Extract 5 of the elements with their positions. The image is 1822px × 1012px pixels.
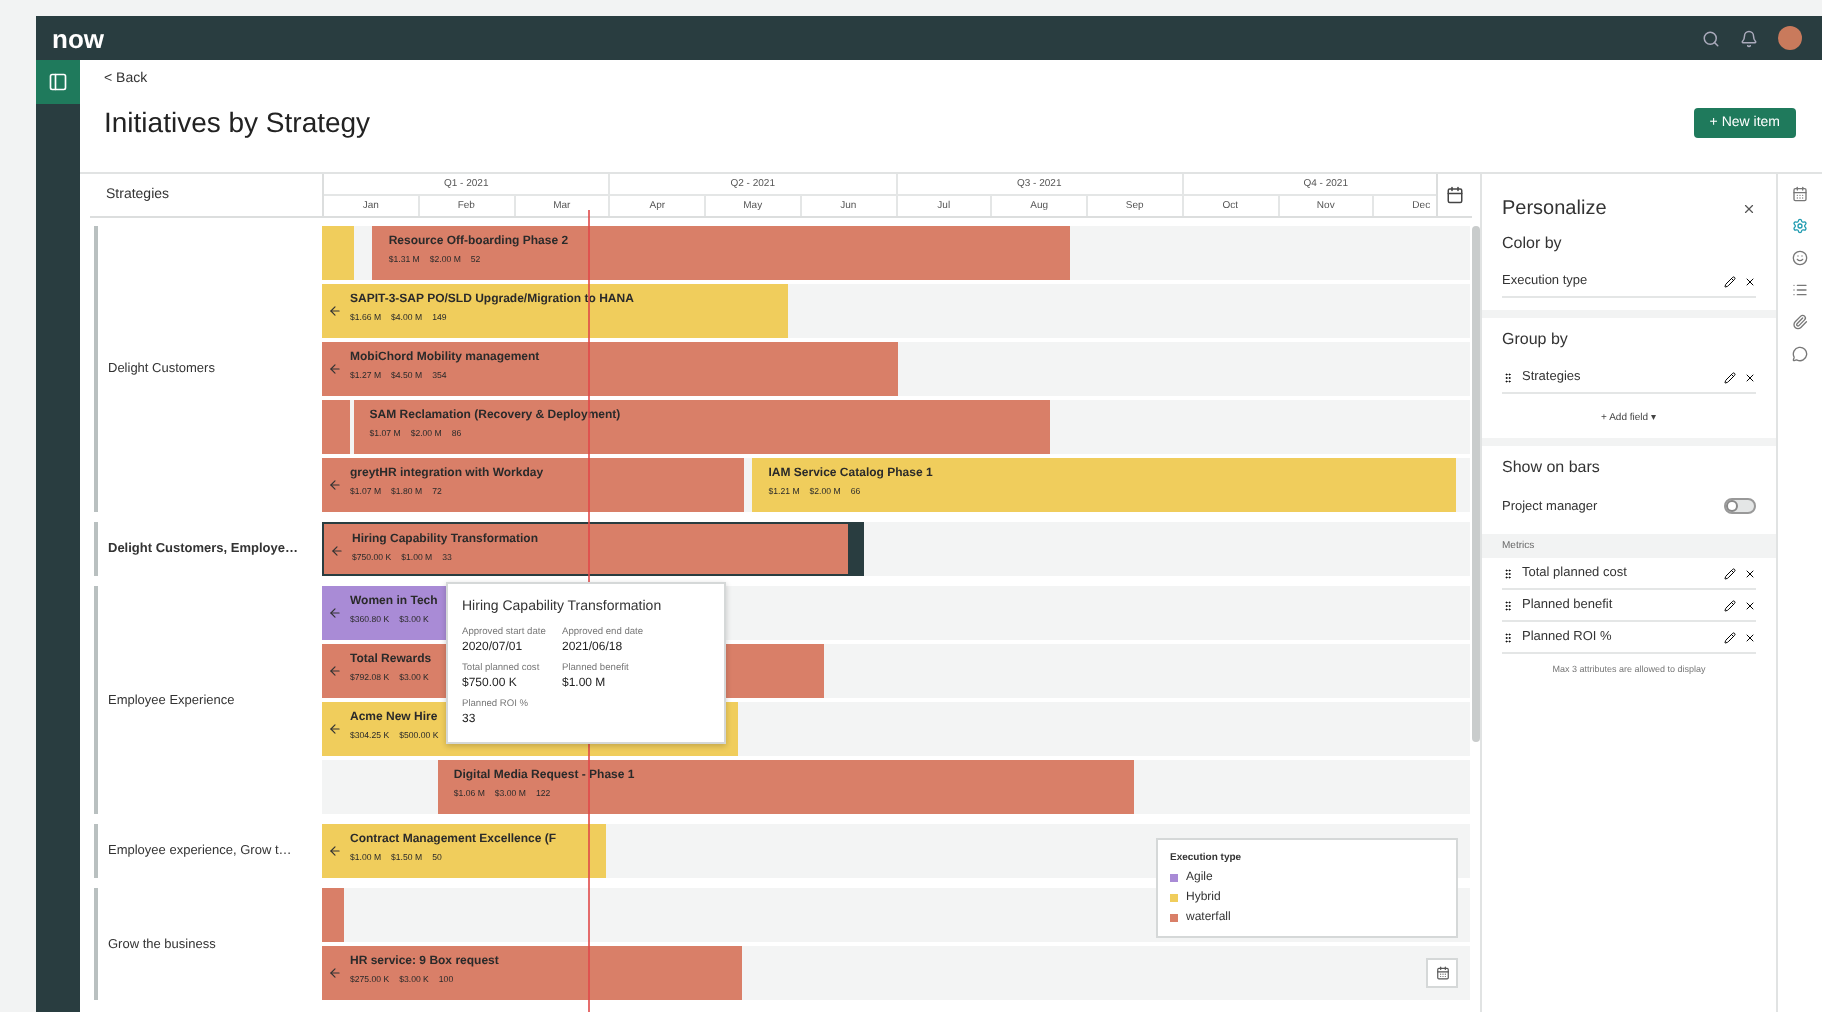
- page-title: Initiatives by Strategy: [104, 106, 371, 138]
- section-heading: Color by: [1502, 234, 1564, 252]
- section-heading: Group by: [1502, 330, 1570, 348]
- panel-title: Personalize: [1502, 198, 1607, 220]
- section-heading: Show on bars: [1502, 458, 1602, 476]
